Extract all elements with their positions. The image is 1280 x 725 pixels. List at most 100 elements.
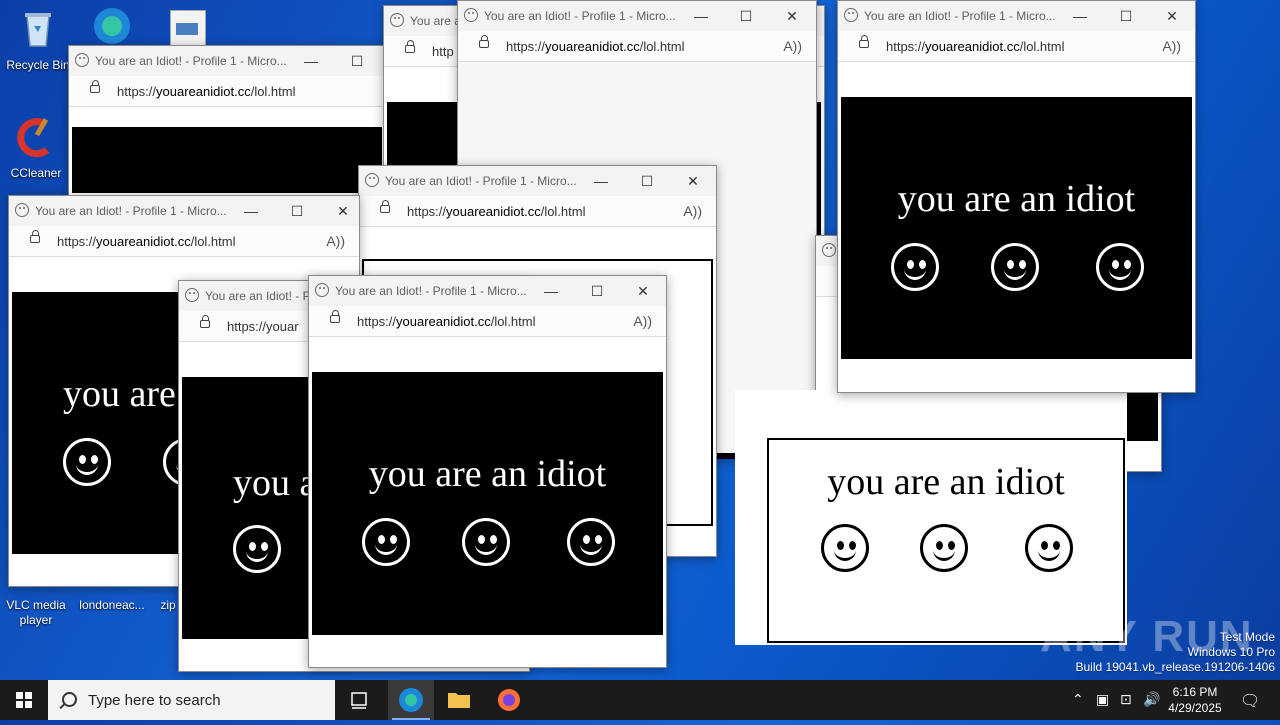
taskbar-firefox-button[interactable] <box>486 680 532 720</box>
window-title: You are an Idiot! - P <box>205 289 311 303</box>
taskbar-file-explorer-button[interactable] <box>436 680 482 720</box>
vlc-shortcut[interactable]: VLC media player <box>0 598 72 628</box>
londoneac-shortcut[interactable]: londoneac... <box>76 598 148 613</box>
url-text: http <box>432 44 454 59</box>
lock-icon <box>405 40 415 53</box>
maximize-button[interactable]: ☐ <box>633 171 661 191</box>
lock-icon <box>479 35 489 48</box>
minimize-button[interactable]: — <box>237 201 265 221</box>
lock-icon <box>200 315 210 328</box>
page-content <box>69 107 385 196</box>
maximize-button[interactable]: ☐ <box>732 6 760 26</box>
minimize-button[interactable]: — <box>297 51 325 71</box>
ccleaner-shortcut[interactable]: CCleaner <box>0 116 72 181</box>
maximize-button[interactable]: ☐ <box>1112 6 1140 26</box>
task-view-icon <box>351 692 367 709</box>
close-button[interactable]: ✕ <box>1158 6 1186 26</box>
taskbar-edge-button[interactable] <box>388 680 434 720</box>
close-button[interactable]: ✕ <box>629 281 657 301</box>
device-icon[interactable]: ▣ <box>1096 691 1109 708</box>
recycle-bin-icon <box>25 13 51 47</box>
url-text: https://youareanidiot.cc/lol.html <box>357 314 536 329</box>
smiley-icon <box>891 243 939 291</box>
smiley-favicon-icon <box>464 8 478 22</box>
smiley-favicon-icon <box>822 243 836 257</box>
window-title: You are an Idiot! - Profile 1 - Micro... <box>35 204 227 218</box>
address-bar[interactable]: https://youareanidiot.cc/lol.html A)) <box>359 196 716 227</box>
title-bar[interactable]: You are an Idiot! - Profile 1 - Micro...… <box>69 46 385 76</box>
minimize-button[interactable]: — <box>537 281 565 301</box>
maximize-button[interactable]: ☐ <box>583 281 611 301</box>
smiley-icon <box>362 518 410 566</box>
close-button[interactable]: ✕ <box>679 171 707 191</box>
idiot-panel <box>1126 387 1158 441</box>
url-text: https://youareanidiot.cc/lol.html <box>57 234 236 249</box>
title-bar[interactable]: You are an Idiot! - Profile 1 - Micro...… <box>359 166 716 196</box>
smiley-icon <box>920 524 968 572</box>
title-bar[interactable]: You are an Idiot! - Profile 1 - Micro...… <box>9 196 359 226</box>
window-title: You are an Idiot! - Profile 1 - Micro... <box>95 54 287 68</box>
smiley-icon <box>462 518 510 566</box>
vlc-label: VLC media player <box>6 598 66 627</box>
minimize-button[interactable]: — <box>587 171 615 191</box>
popup-window[interactable]: You are an Idiot! - Profile 1 - Micro...… <box>68 45 386 197</box>
notification-icon[interactable]: 🗨 <box>1240 691 1260 711</box>
read-aloud-icon[interactable]: A)) <box>1162 38 1181 54</box>
address-bar[interactable]: https://youareanidiot.cc/lol.html A)) <box>838 31 1195 62</box>
ccleaner-label: CCleaner <box>10 166 62 180</box>
read-aloud-icon[interactable]: A)) <box>683 203 702 219</box>
address-bar[interactable]: https://youareanidiot.cc/lol.html <box>69 76 385 107</box>
title-bar[interactable]: You are an Idiot! - Profile 1 - Micro...… <box>309 276 666 306</box>
address-bar[interactable]: https://youareanidiot.cc/lol.html A)) <box>9 226 359 257</box>
popup-window[interactable]: You are an Idiot! - Profile 1 - Micro...… <box>837 0 1196 393</box>
taskbar-search-box[interactable]: Type here to search <box>48 680 335 720</box>
page-content: you are an idiot <box>735 390 1127 645</box>
file-desktop-icon[interactable] <box>170 10 206 48</box>
image-file-icon <box>176 23 198 35</box>
folder-icon <box>448 693 470 708</box>
clock-time: 6:16 PM <box>1172 685 1218 699</box>
read-aloud-icon[interactable]: A)) <box>783 38 802 54</box>
clock-date: 4/29/2025 <box>1168 701 1222 715</box>
read-aloud-icon[interactable]: A)) <box>326 233 345 249</box>
popup-window[interactable]: You are an Idiot! - Profile 1 - Micro...… <box>308 275 667 668</box>
maximize-button[interactable]: ☐ <box>283 201 311 221</box>
task-view-button[interactable] <box>337 680 383 720</box>
smiley-favicon-icon <box>15 203 29 217</box>
volume-icon[interactable]: 🔊 <box>1143 691 1160 708</box>
idiot-message: you are an idiot <box>827 461 1065 503</box>
ccleaner-icon <box>17 118 50 158</box>
clock[interactable]: 6:16 PM 4/29/2025 <box>1160 684 1230 716</box>
smiley-favicon-icon <box>315 283 329 297</box>
maximize-button[interactable]: ☐ <box>343 51 371 71</box>
minimize-button[interactable]: — <box>687 6 715 26</box>
address-bar[interactable]: https://youareanidiot.cc/lol.html A)) <box>458 31 816 62</box>
lock-icon <box>30 230 40 243</box>
popup-window[interactable]: you are an idiot <box>735 390 1127 645</box>
recycle-bin-shortcut[interactable]: Recycle Bin <box>2 8 74 73</box>
read-aloud-icon[interactable]: A)) <box>633 313 652 329</box>
start-button[interactable] <box>0 680 48 720</box>
page-content: you are an idiot <box>838 62 1195 392</box>
network-icon[interactable]: ⊡ <box>1120 691 1132 708</box>
title-bar[interactable]: You are an Idiot! - Profile 1 - Micro...… <box>838 1 1195 31</box>
edge-desktop-icon[interactable] <box>88 6 136 46</box>
address-bar[interactable]: https://youareanidiot.cc/lol.html A)) <box>309 306 666 337</box>
idiot-panel <box>72 127 382 193</box>
smiley-icon <box>63 438 111 486</box>
smiley-icon <box>1096 243 1144 291</box>
minimize-button[interactable]: — <box>1066 6 1094 26</box>
desktop: Recycle Bin CCleaner VLC media player lo… <box>0 0 1280 680</box>
edge-icon <box>399 688 423 712</box>
title-bar[interactable]: You are an Idiot! - Profile 1 - Micro...… <box>458 1 816 31</box>
search-placeholder: Type here to search <box>88 692 221 709</box>
close-button[interactable]: ✕ <box>329 201 357 221</box>
test-mode-watermark: Test Mode Windows 10 Pro Build 19041.vb_… <box>1075 630 1276 674</box>
window-title: You are an Idiot! - Profile 1 - Micro... <box>484 9 676 23</box>
close-button[interactable]: ✕ <box>778 6 806 26</box>
smiley-icon <box>233 525 281 573</box>
search-icon <box>62 692 77 707</box>
lock-icon <box>380 200 390 213</box>
windows-logo-icon <box>16 692 32 708</box>
chevron-up-icon[interactable]: ⌃ <box>1072 691 1084 708</box>
